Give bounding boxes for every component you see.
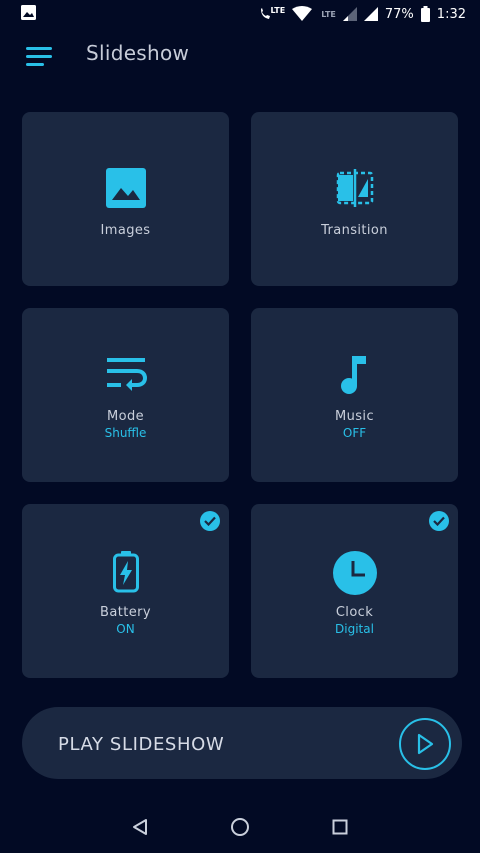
signal-strong-icon	[363, 7, 378, 21]
clock-icon	[251, 550, 458, 596]
play-slideshow-button[interactable]: PLAY SLIDESHOW	[22, 707, 462, 779]
clock-value: Digital	[335, 622, 374, 636]
play-slideshow-label: PLAY SLIDESHOW	[58, 734, 225, 755]
flip-icon	[251, 167, 458, 209]
transition-card[interactable]: Transition	[251, 112, 458, 286]
battery-value: ON	[116, 622, 135, 636]
signal-weak-icon	[342, 7, 357, 21]
menu-icon[interactable]	[26, 47, 54, 69]
music-note-icon	[251, 354, 458, 396]
music-card[interactable]: Music OFF	[251, 308, 458, 482]
images-label: Images	[100, 223, 151, 238]
home-icon[interactable]	[225, 812, 255, 842]
mode-card[interactable]: Mode Shuffle	[22, 308, 229, 482]
page-title: Slideshow	[86, 41, 190, 65]
music-label: Music	[335, 409, 374, 424]
transition-label: Transition	[321, 223, 388, 238]
check-icon	[200, 511, 220, 531]
check-icon	[429, 511, 449, 531]
battery-percent: 77%	[384, 6, 414, 22]
back-icon[interactable]	[125, 812, 155, 842]
wifi-icon	[292, 6, 313, 22]
clock-card[interactable]: Clock Digital	[251, 504, 458, 678]
image-icon	[22, 167, 229, 209]
images-card[interactable]: Images	[22, 112, 229, 286]
clock-label: Clock	[335, 605, 374, 620]
menu-line	[26, 47, 52, 50]
wrap-text-icon	[22, 354, 229, 394]
menu-line	[26, 63, 44, 66]
status-right: LTE LTE 77% 1:32	[258, 6, 466, 22]
battery-icon	[420, 6, 430, 22]
lte-secondary-label: LTE	[321, 9, 336, 19]
app-bar: Slideshow	[0, 28, 480, 84]
music-value: OFF	[342, 426, 367, 440]
menu-line	[26, 55, 52, 58]
mode-value: Shuffle	[104, 426, 147, 440]
battery-card[interactable]: Battery ON	[22, 504, 229, 678]
mode-label: Mode	[106, 409, 145, 424]
battery-label: Battery	[100, 605, 151, 620]
gallery-notification-icon	[20, 4, 37, 25]
status-bar: LTE LTE 77% 1:32	[0, 0, 480, 28]
status-time: 1:32	[436, 6, 466, 22]
system-nav-bar	[0, 800, 480, 853]
battery-charging-icon	[22, 550, 229, 594]
recents-icon[interactable]	[325, 812, 355, 842]
play-icon[interactable]	[399, 718, 451, 770]
status-left	[20, 4, 258, 25]
lte-label: LTE	[270, 6, 286, 15]
phone-lte-icon: LTE	[258, 6, 285, 22]
